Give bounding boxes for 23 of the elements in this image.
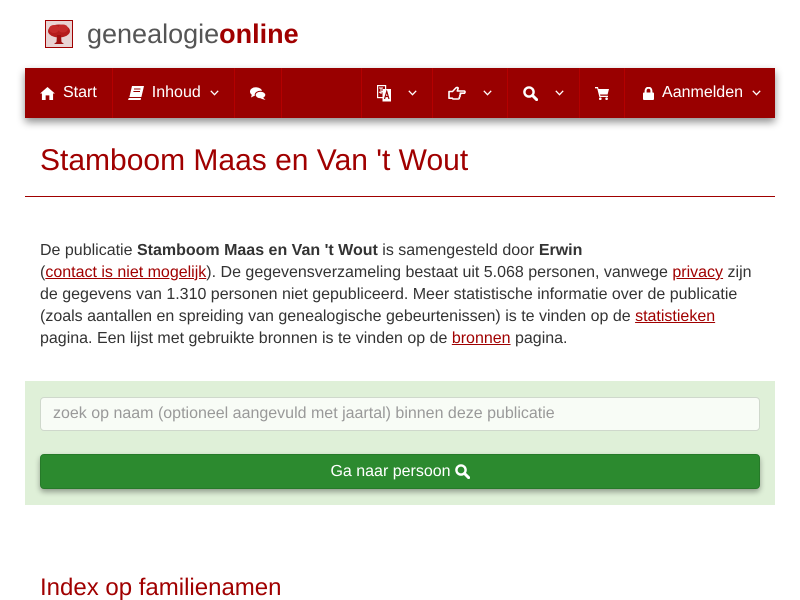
book-icon — [128, 86, 144, 100]
search-field[interactable]: zoek op naam (optioneel aangevuld met jaartal) binnen deze publicatie — [40, 397, 760, 431]
logo-text[interactable]: genealogieonline — [87, 20, 299, 48]
home-icon — [40, 86, 55, 100]
statistics-link[interactable]: statistieken — [635, 308, 716, 325]
lock-icon — [643, 86, 654, 100]
shopping-cart-icon — [595, 86, 610, 100]
tree-logo-icon — [45, 20, 73, 48]
contact-link[interactable]: contact is niet mogelijk — [45, 264, 206, 281]
go-to-person-button[interactable]: Ga naar persoon — [40, 454, 760, 489]
privacy-link[interactable]: privacy — [672, 264, 724, 281]
page-title: Stamboom Maas en Van 't Wout — [39, 143, 470, 179]
search-icon — [523, 86, 538, 100]
section-heading: Index op familienamen — [39, 576, 282, 600]
intro-paragraph: De publicatie Stamboom Maas en Van 't Wout is samengesteld door Erwin (contact is niet mogelijk). De gegevensverzameling bestaat uit 5.068 personen, vanwege privacy zijn de gegevens van 1.310 personen niet gepubliceerd. Meer statistische informatie over de publicatie (zoals aantallen en spreiding van genealogische gebeurtenissen) is te vinden op de statistieken pagina. Een lijst met gebruikte bronnen is te vinden op de bronnen pagina. — [39, 241, 753, 349]
pointing-hand-icon — [448, 86, 466, 100]
home-nav-link[interactable]: Start — [25, 68, 113, 118]
translation-icon — [377, 84, 392, 102]
chat-bubbles-icon — [250, 86, 266, 100]
search-icon — [454, 464, 470, 479]
login-nav-menu[interactable]: Aanmelden — [624, 68, 775, 118]
contents-nav-menu[interactable]: Inhoud — [112, 68, 235, 118]
sources-link[interactable]: bronnen — [452, 330, 511, 347]
